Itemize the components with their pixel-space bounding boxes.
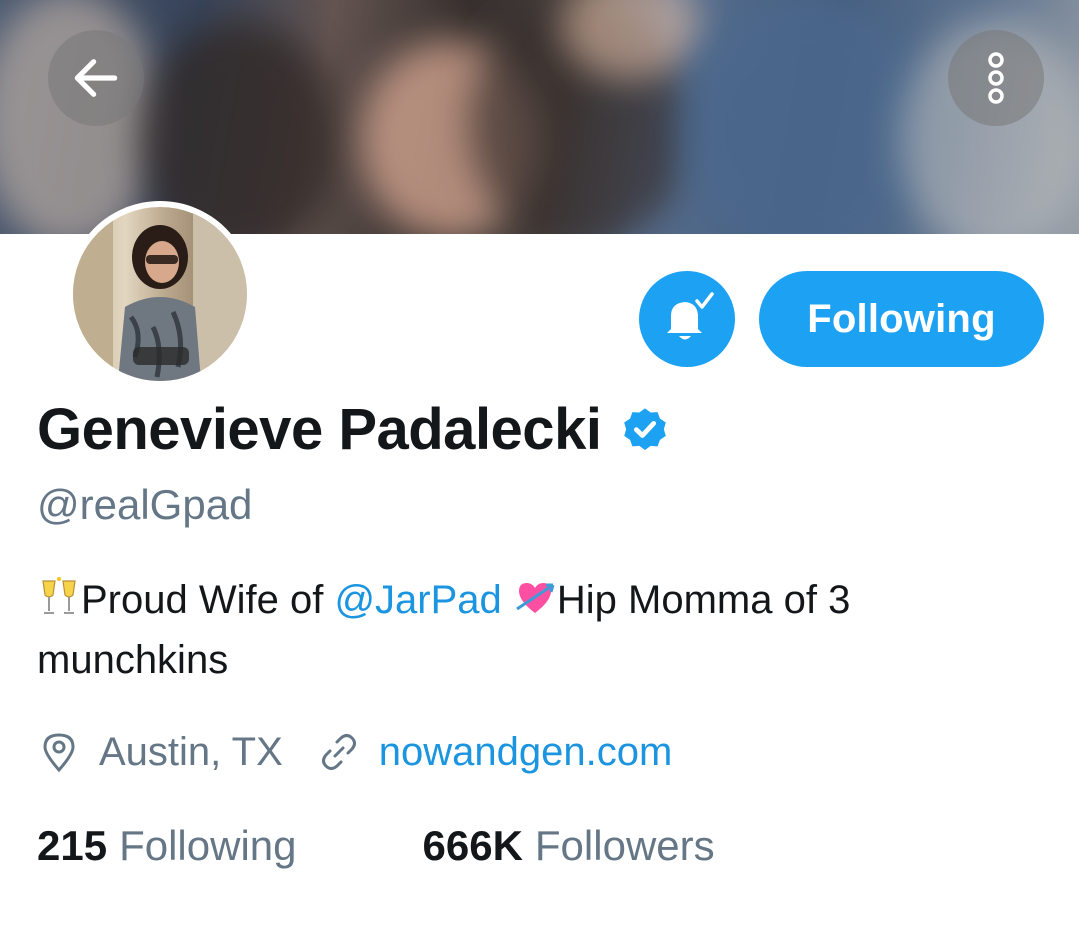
follow-stats: 215 Following 666K Followers [37,818,715,874]
location-pin-icon [43,733,75,773]
bio-text-part1: Proud Wife of [81,578,335,622]
back-arrow-icon [74,59,118,97]
location-text: Austin, TX [99,729,283,774]
link-icon [321,734,356,770]
website-link[interactable]: nowandgen.com [379,730,673,775]
more-options-button[interactable] [948,30,1044,126]
profile-bio: Proud Wife of @JarPad Hip Momma of 3 mun… [37,570,1047,690]
verified-badge-icon [624,408,667,451]
name-row: Genevieve Padalecki [37,394,671,464]
bio-mention-link[interactable]: @JarPad [334,578,501,622]
followers-label: Followers [534,822,715,869]
more-vertical-icon [988,52,1004,104]
profile-meta: Austin, TX nowandgen.com [37,722,672,782]
profile-avatar[interactable] [67,201,253,387]
following-count: 215 [37,822,108,869]
followers-count: 666K [422,822,523,869]
user-handle: @realGpad [37,481,253,528]
heart-with-arrow-emoji-icon [516,583,555,613]
following-stat[interactable]: 215 Following [37,822,297,870]
following-button[interactable]: Following [759,271,1044,367]
following-label: Following [119,822,297,869]
champagne-toast-emoji-icon [42,577,76,614]
bell-check-icon [667,292,714,340]
followers-stat[interactable]: 666K Followers [423,822,715,870]
display-name: Genevieve Padalecki [37,396,602,462]
back-button[interactable] [48,30,144,126]
avatar-photo [73,207,247,381]
header-banner-photo[interactable] [0,0,1079,234]
notifications-button[interactable] [639,271,735,367]
